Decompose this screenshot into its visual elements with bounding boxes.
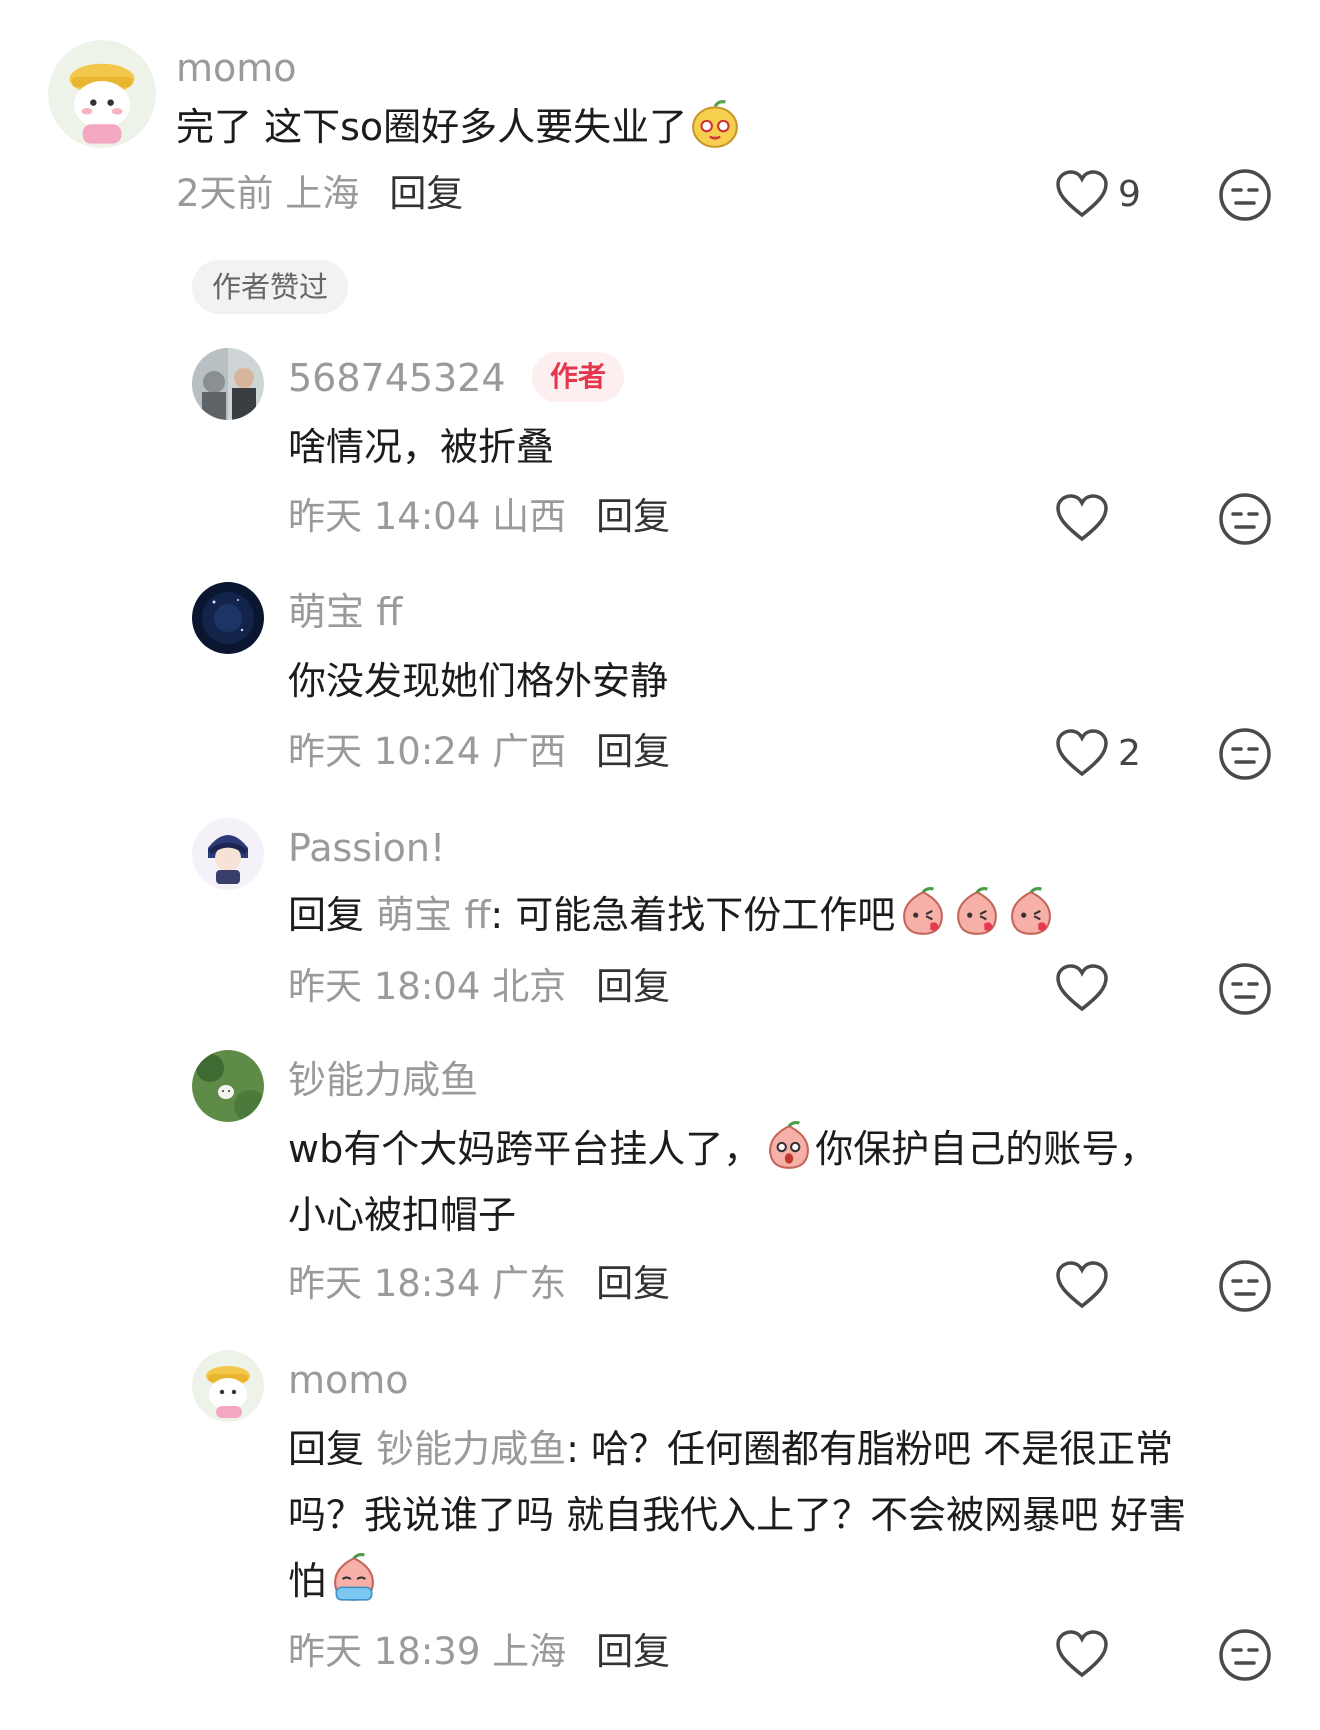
comment-text-part: wb有个大妈跨平台挂人了， — [288, 1127, 762, 1171]
neutral-face-icon — [1219, 169, 1271, 221]
react-button[interactable] — [1218, 962, 1272, 1016]
react-button[interactable] — [1218, 1259, 1272, 1313]
time-location: 昨天 18:39 上海 — [288, 1630, 567, 1673]
heart-icon — [1056, 494, 1108, 542]
reply-button[interactable]: 回复 — [596, 730, 670, 773]
reply-button[interactable]: 回复 — [389, 172, 463, 215]
lemon-face-emoji — [689, 98, 741, 150]
time-location: 昨天 10:24 广西 — [288, 730, 567, 773]
comment-meta: 2天前 上海 回复 — [176, 172, 463, 216]
reply-prefix: 回复 — [288, 1427, 365, 1471]
comment-text: 完了 这下so圈好多人要失业了 — [176, 94, 741, 160]
comment-meta: 昨天 10:24 广西 回复 — [288, 730, 670, 774]
heart-icon — [1056, 964, 1108, 1012]
comment-text-body: : 可能急着找下份工作吧 — [490, 893, 896, 937]
comment-text: 回复 钞能力咸鱼: 哈？任何圈都有脂粉吧 不是很正常 — [288, 1416, 1173, 1482]
like-count: 2 — [1118, 732, 1141, 774]
avatar[interactable] — [192, 348, 264, 420]
comment-text: wb有个大妈跨平台挂人了， 你保护自己的账号， — [288, 1116, 1157, 1182]
username[interactable]: 萌宝 ff — [288, 590, 402, 634]
comment-text-body: 完了 这下so圈好多人要失业了 — [176, 105, 688, 149]
heart-icon — [1056, 170, 1108, 218]
comment-text-line: 吗？我说谁了吗 就自我代入上了？不会被网暴吧 好害 — [288, 1493, 1187, 1537]
username[interactable]: momo — [288, 1358, 409, 1402]
author-liked-tag: 作者赞过 — [192, 260, 349, 314]
mention-link[interactable]: 钞能力咸鱼 — [376, 1427, 566, 1471]
comment-text-line: 怕 — [288, 1548, 380, 1614]
avatar[interactable] — [192, 1350, 264, 1422]
heart-icon — [1056, 729, 1108, 777]
time-location: 昨天 18:04 北京 — [288, 965, 567, 1008]
reply-button[interactable]: 回复 — [596, 495, 670, 538]
heart-icon — [1056, 1261, 1108, 1309]
reply-button[interactable]: 回复 — [596, 1630, 670, 1673]
comment-text: 啥情况，被折叠 — [288, 425, 555, 469]
comment-text-body: : 哈？任何圈都有脂粉吧 不是很正常 — [566, 1427, 1174, 1471]
react-button[interactable] — [1218, 1628, 1272, 1682]
mention-link[interactable]: 萌宝 ff — [376, 893, 490, 937]
peach-kiss-emoji — [1005, 886, 1057, 938]
neutral-face-icon — [1219, 493, 1271, 545]
react-button[interactable] — [1218, 727, 1272, 781]
heart-icon — [1056, 1630, 1108, 1678]
react-button[interactable] — [1218, 168, 1272, 222]
time-location: 昨天 18:34 广东 — [288, 1262, 567, 1305]
comment-text: 回复 萌宝 ff: 可能急着找下份工作吧 — [288, 882, 1057, 948]
like-count: 9 — [1118, 173, 1141, 215]
reply-button[interactable]: 回复 — [596, 965, 670, 1008]
neutral-face-icon — [1219, 1629, 1271, 1681]
reply-prefix: 回复 — [288, 893, 365, 937]
like-button[interactable] — [1054, 490, 1110, 546]
username[interactable]: 568745324 — [288, 356, 506, 400]
peach-crying-emoji — [328, 1552, 380, 1604]
comment-text-line: 小心被扣帽子 — [288, 1193, 517, 1237]
avatar[interactable] — [192, 582, 264, 654]
peach-kiss-emoji — [951, 886, 1003, 938]
username[interactable]: Passion! — [288, 826, 445, 870]
peach-kiss-emoji — [897, 886, 949, 938]
like-button[interactable]: 9 — [1054, 166, 1141, 222]
comment-meta: 昨天 18:04 北京 回复 — [288, 965, 670, 1009]
avatar[interactable] — [48, 40, 156, 148]
like-button[interactable] — [1054, 1257, 1110, 1313]
comment-text-part: 怕 — [288, 1559, 327, 1603]
like-button[interactable]: 2 — [1054, 725, 1141, 781]
comment-meta: 昨天 18:34 广东 回复 — [288, 1262, 670, 1306]
time-location: 昨天 14:04 山西 — [288, 495, 567, 538]
username[interactable]: momo — [176, 46, 297, 90]
comment-text: 你没发现她们格外安静 — [288, 659, 669, 703]
comment-text-part: 你保护自己的账号， — [815, 1127, 1158, 1171]
comment-meta: 昨天 14:04 山西 回复 — [288, 495, 670, 539]
username[interactable]: 钞能力咸鱼 — [288, 1058, 478, 1102]
like-button[interactable] — [1054, 1626, 1110, 1682]
avatar[interactable] — [192, 1050, 264, 1122]
neutral-face-icon — [1219, 1260, 1271, 1312]
author-badge: 作者 — [532, 352, 625, 402]
like-button[interactable] — [1054, 960, 1110, 1016]
react-button[interactable] — [1218, 492, 1272, 546]
peach-shocked-emoji — [763, 1120, 815, 1172]
neutral-face-icon — [1219, 963, 1271, 1015]
time-location: 2天前 上海 — [176, 172, 360, 215]
comment-meta: 昨天 18:39 上海 回复 — [288, 1630, 670, 1674]
reply-button[interactable]: 回复 — [596, 1262, 670, 1305]
neutral-face-icon — [1219, 728, 1271, 780]
avatar[interactable] — [192, 818, 264, 890]
